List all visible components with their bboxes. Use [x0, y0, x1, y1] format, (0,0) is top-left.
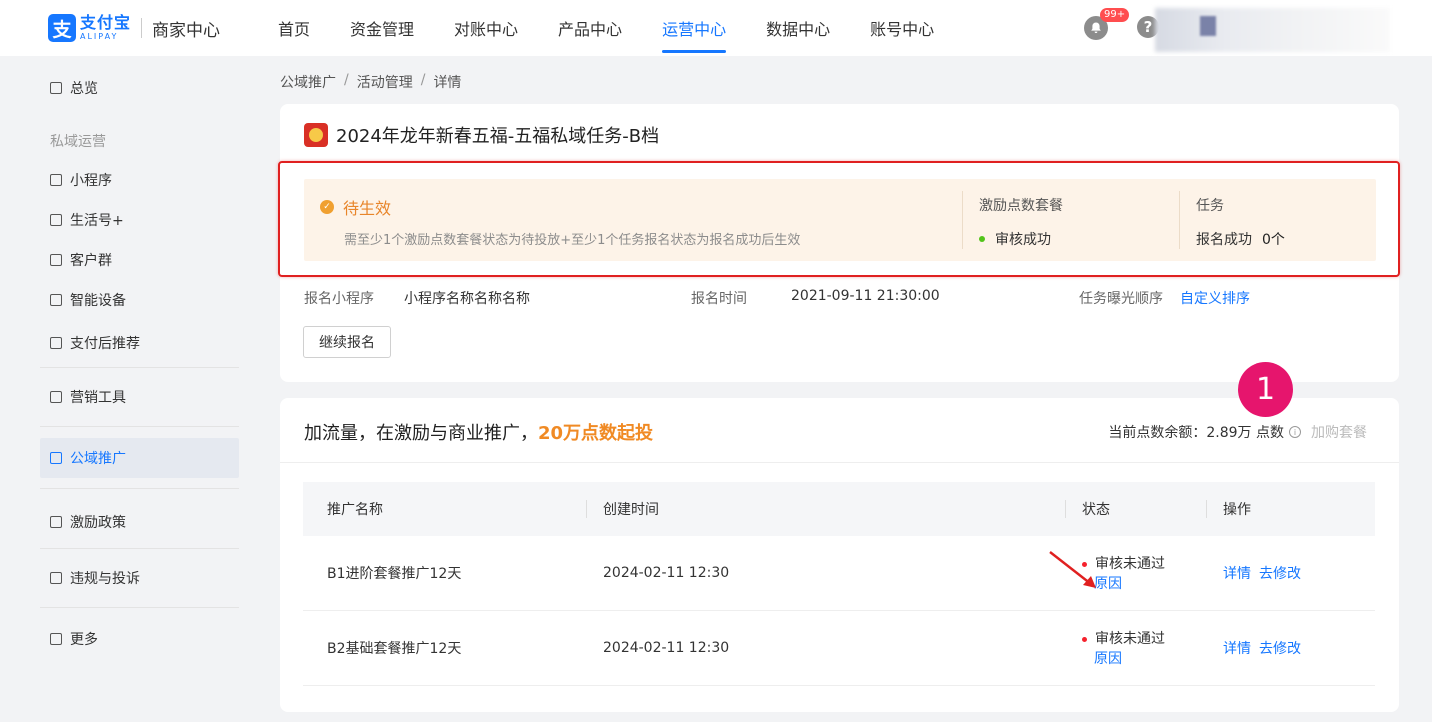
violation-icon	[50, 572, 62, 584]
breadcrumb-activity-management[interactable]: 活动管理	[357, 72, 413, 92]
promotion-status: 审核未通过 原因	[1082, 629, 1165, 669]
nav-products[interactable]: 产品中心	[542, 0, 638, 56]
alipay-logo[interactable]: 支 支付宝 ALIPAY 商家中心	[48, 12, 220, 44]
dashboard-icon	[50, 82, 62, 94]
mini-program-info: 报名小程序 小程序名称名称名称	[304, 288, 530, 308]
highlight-annotation-box	[278, 161, 1400, 277]
detail-link[interactable]: 详情	[1223, 638, 1251, 658]
mini-program-icon	[50, 174, 62, 186]
nav-data[interactable]: 数据中心	[750, 0, 846, 56]
customer-group-icon	[50, 254, 62, 266]
sidebar-item-public-promo[interactable]: 公域推广	[40, 438, 239, 478]
sidebar-divider	[40, 488, 239, 489]
avatar	[1200, 16, 1216, 36]
row-actions: 详情 去修改	[1223, 638, 1309, 658]
sidebar-group-private: 私域运营	[50, 134, 106, 150]
top-nav-bar: 支 支付宝 ALIPAY 商家中心 首页 资金管理 对账中心 产品中心 运营中心…	[0, 0, 1432, 56]
promotion-created: 2024-02-11 12:30	[603, 640, 730, 656]
continue-signup-button[interactable]: 继续报名	[303, 326, 391, 358]
sidebar-item-incentive[interactable]: 激励政策	[40, 502, 239, 542]
sidebar-item-customer-group[interactable]: 客户群	[40, 240, 239, 280]
col-header-name: 推广名称	[327, 502, 383, 518]
edit-link[interactable]: 去修改	[1259, 563, 1301, 583]
nav-operations[interactable]: 运营中心	[646, 0, 742, 56]
promotion-name: B2基础套餐推广12天	[327, 641, 462, 657]
points-balance-value: 2.89万 点数	[1206, 425, 1284, 441]
sidebar-item-overview[interactable]: 总览	[40, 68, 239, 108]
promotion-table: 推广名称 创建时间 状态 操作 B1进阶套餐推广12天 2024-02-11 1…	[303, 482, 1375, 686]
post-pay-icon	[50, 337, 62, 349]
sidebar-divider	[40, 367, 239, 368]
promotion-card: 加流量，在激励与商业推广，20万点数起投 当前点数余额： 2.89万 点数 i …	[280, 398, 1399, 712]
activity-title-text: 2024年龙年新春五福-五福私域任务-B档	[336, 126, 660, 147]
custom-sort-link[interactable]: 自定义排序	[1180, 288, 1250, 308]
sidebar-item-life-account[interactable]: 生活号+	[40, 200, 239, 240]
device-icon	[50, 294, 62, 306]
table-row: B2基础套餐推广12天 2024-02-11 12:30 审核未通过 原因 详情…	[303, 611, 1375, 686]
sidebar-divider	[40, 607, 239, 608]
sidebar-item-violation[interactable]: 违规与投诉	[40, 558, 239, 598]
edit-link[interactable]: 去修改	[1259, 638, 1301, 658]
megaphone-icon	[50, 452, 62, 464]
user-profile-blurred[interactable]	[1155, 8, 1390, 52]
mini-program-name: 小程序名称名称名称	[404, 291, 530, 307]
breadcrumb-detail: 详情	[433, 75, 462, 91]
sidebar-item-post-pay[interactable]: 支付后推荐	[40, 323, 239, 363]
table-header: 推广名称 创建时间 状态 操作	[303, 482, 1375, 536]
col-header-status: 状态	[1082, 502, 1110, 518]
points-balance: 当前点数余额： 2.89万 点数 i 加购套餐	[1108, 422, 1367, 442]
sidebar-divider	[40, 548, 239, 549]
sidebar-item-smart-device[interactable]: 智能设备	[40, 280, 239, 320]
promotion-created: 2024-02-11 12:30	[603, 565, 730, 581]
promotion-highlight: 20万点数起投	[538, 423, 654, 444]
signup-time-value: 2021-09-11 21:30:00	[791, 288, 940, 304]
sidebar-item-marketing-tools[interactable]: 营销工具	[40, 377, 239, 417]
signup-time-info: 报名时间 2021-09-11 21:30:00	[691, 288, 940, 307]
logo-divider	[141, 18, 143, 38]
life-account-icon	[50, 214, 62, 226]
detail-link[interactable]: 详情	[1223, 563, 1251, 583]
sidebar-divider	[40, 426, 239, 427]
notification-badge: 99+	[1100, 8, 1130, 22]
nav-reconciliation[interactable]: 对账中心	[438, 0, 534, 56]
breadcrumb-separator: /	[344, 72, 349, 88]
reason-link[interactable]: 原因	[1082, 649, 1165, 669]
col-header-actions: 操作	[1223, 502, 1251, 518]
promotion-divider	[280, 462, 1399, 463]
more-icon	[50, 633, 62, 645]
breadcrumb-public-promo[interactable]: 公域推广	[280, 72, 336, 92]
sidebar-item-more[interactable]: 更多	[40, 619, 239, 659]
buy-package-button[interactable]: 加购套餐	[1311, 422, 1367, 442]
logo-text-cn: 支付宝	[80, 13, 132, 32]
promotion-title: 加流量，在激励与商业推广，20万点数起投	[304, 423, 654, 444]
lunar-new-year-icon	[304, 123, 328, 147]
logo-text-en: ALIPAY	[80, 32, 119, 41]
step-marker-badge: 1	[1238, 362, 1293, 417]
col-header-created: 创建时间	[603, 502, 659, 518]
alipay-logo-icon: 支	[48, 14, 76, 42]
breadcrumb-separator: /	[420, 72, 426, 88]
table-row: B1进阶套餐推广12天 2024-02-11 12:30 审核未通过 原因 详情…	[303, 536, 1375, 611]
sidebar-item-mini-program[interactable]: 小程序	[40, 160, 239, 200]
exposure-order-info: 任务曝光顺序 自定义排序	[1079, 288, 1250, 308]
error-dot-icon	[1082, 636, 1087, 642]
sidebar: 总览 私域运营 小程序 生活号+ 客户群 智能设备 支付后推荐 营销工具 公域推…	[0, 56, 262, 722]
nav-funds[interactable]: 资金管理	[334, 0, 430, 56]
row-actions: 详情 去修改	[1223, 563, 1309, 583]
nav-account[interactable]: 账号中心	[854, 0, 950, 56]
red-arrow-icon	[1049, 551, 1096, 588]
merchant-center-title: 商家中心	[152, 20, 221, 41]
promotion-name: B1进阶套餐推广12天	[327, 566, 462, 582]
breadcrumb: 公域推广 / 活动管理 / 详情	[280, 72, 461, 92]
info-icon[interactable]: i	[1289, 426, 1301, 438]
incentive-icon	[50, 516, 62, 528]
activity-title: 2024年龙年新春五福-五福私域任务-B档	[304, 122, 659, 148]
main-nav: 首页 资金管理 对账中心 产品中心 运营中心 数据中心 账号中心	[262, 0, 958, 56]
marketing-icon	[50, 391, 62, 403]
nav-home[interactable]: 首页	[262, 0, 326, 56]
